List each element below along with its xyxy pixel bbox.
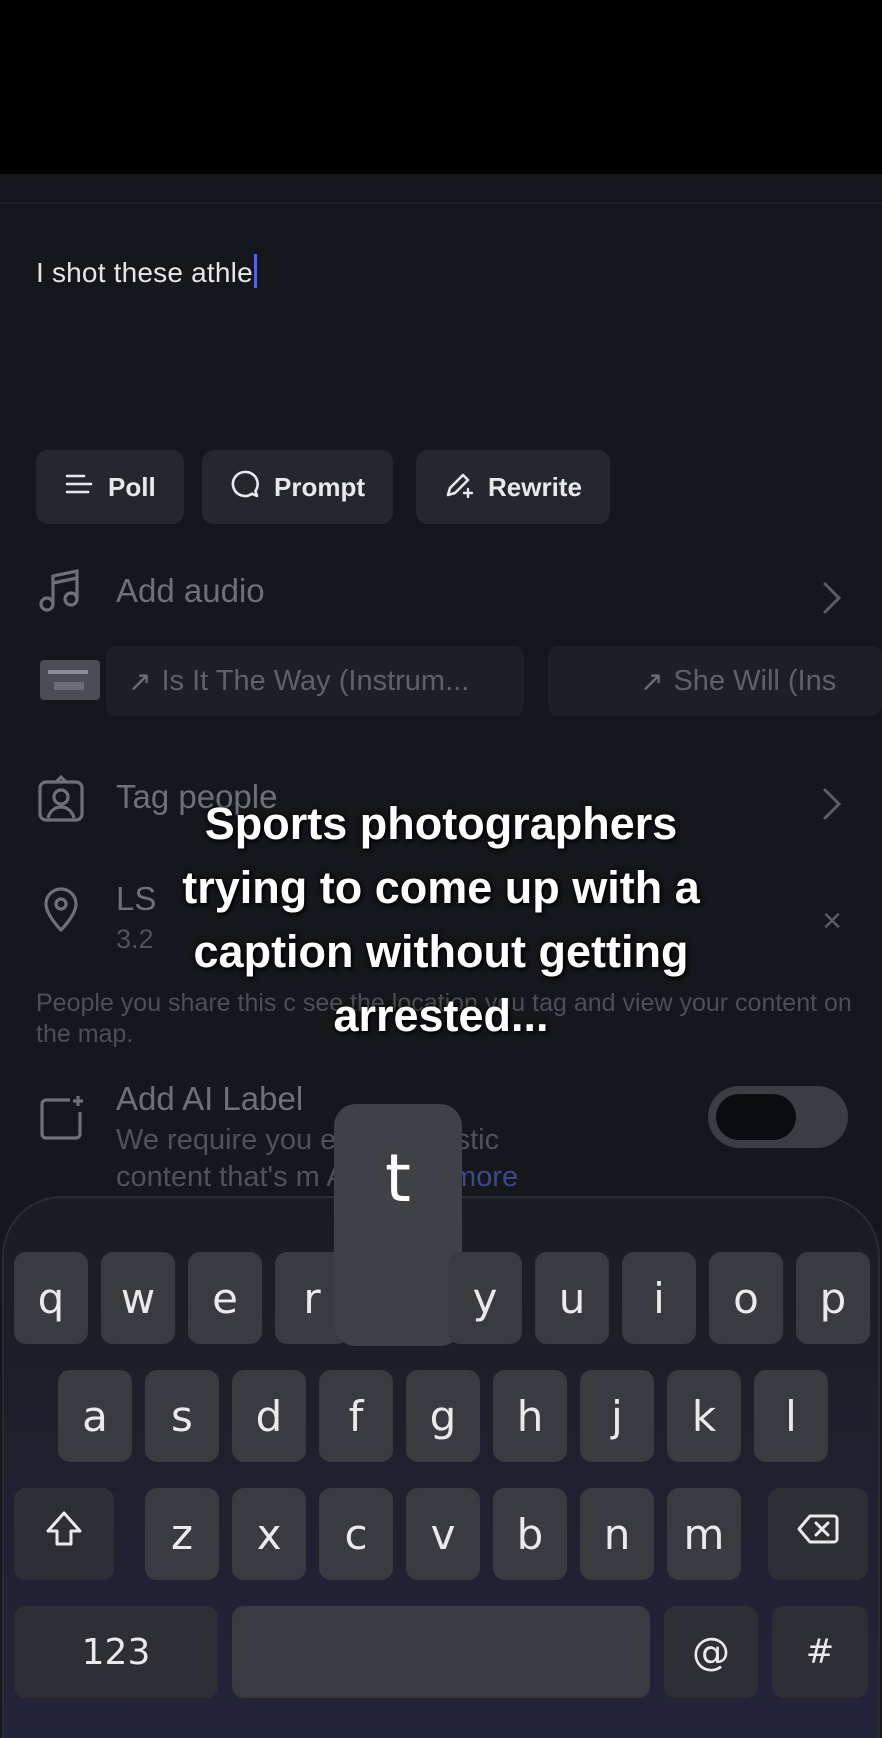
overlay-line: caption without getting: [193, 926, 689, 977]
key-a[interactable]: a: [58, 1370, 132, 1462]
key-preview-label: t: [385, 1140, 411, 1217]
space-bar[interactable]: [232, 1606, 650, 1698]
prompt-button[interactable]: Prompt: [202, 450, 393, 524]
key-c[interactable]: c: [319, 1488, 393, 1580]
add-audio-label[interactable]: Add audio: [116, 572, 265, 610]
rewrite-button[interactable]: Rewrite: [416, 450, 610, 524]
audio-suggestion[interactable]: ↗ She Will (Ins: [548, 646, 882, 716]
list-icon: [64, 469, 94, 506]
overlay-line: trying to come up with a: [182, 862, 700, 913]
shift-arrow-icon: [42, 1507, 86, 1561]
key-u[interactable]: u: [535, 1252, 609, 1344]
overlay-line: Sports photographers: [204, 798, 678, 849]
backspace-icon: [796, 1507, 840, 1561]
key-e[interactable]: e: [188, 1252, 262, 1344]
shift-key[interactable]: [14, 1488, 114, 1580]
key-m[interactable]: m: [667, 1488, 741, 1580]
key-w[interactable]: w: [101, 1252, 175, 1344]
key-d[interactable]: d: [232, 1370, 306, 1462]
pencil-sparkle-icon: [444, 469, 474, 506]
key-z[interactable]: z: [145, 1488, 219, 1580]
audio-thumbnail: [40, 660, 100, 700]
divider: [0, 202, 882, 204]
audio-suggestion[interactable]: ↗ Is It The Way (Instrum...: [106, 646, 524, 716]
hash-key[interactable]: #: [772, 1606, 868, 1698]
key-f[interactable]: f: [319, 1370, 393, 1462]
numbers-key[interactable]: 123: [14, 1606, 218, 1698]
ai-label-toggle[interactable]: [708, 1086, 848, 1148]
video-overlay-caption: Sports photographers trying to come up w…: [0, 792, 882, 1048]
rewrite-label: Rewrite: [488, 471, 582, 502]
poll-label: Poll: [108, 471, 156, 502]
music-note-icon: [36, 566, 86, 616]
key-x[interactable]: x: [232, 1488, 306, 1580]
ai-label-icon: [36, 1094, 86, 1144]
prompt-label: Prompt: [274, 471, 365, 502]
backspace-key[interactable]: [768, 1488, 868, 1580]
caption-input[interactable]: I shot these athle: [36, 254, 257, 289]
audio-title: She Will (Ins: [673, 664, 837, 697]
key-g[interactable]: g: [406, 1370, 480, 1462]
key-l[interactable]: l: [754, 1370, 828, 1462]
key-y[interactable]: y: [448, 1252, 522, 1344]
overlay-line: arrested...: [333, 990, 549, 1041]
key-k[interactable]: k: [667, 1370, 741, 1462]
status-bar-area: [0, 0, 882, 174]
key-b[interactable]: b: [493, 1488, 567, 1580]
key-q[interactable]: q: [14, 1252, 88, 1344]
key-o[interactable]: o: [709, 1252, 783, 1344]
key-h[interactable]: h: [493, 1370, 567, 1462]
ai-desc-line2: content that's m AI.: [116, 1161, 370, 1193]
key-n[interactable]: n: [580, 1488, 654, 1580]
speech-bubble-icon: [230, 469, 260, 506]
at-key[interactable]: @: [664, 1606, 758, 1698]
text-cursor: [253, 254, 257, 288]
key-i[interactable]: i: [622, 1252, 696, 1344]
key-j[interactable]: j: [580, 1370, 654, 1462]
ai-label-title: Add AI Label: [116, 1080, 304, 1117]
key-s[interactable]: s: [145, 1370, 219, 1462]
key-v[interactable]: v: [406, 1488, 480, 1580]
trending-arrow-icon: ↗: [640, 665, 664, 697]
caption-text: I shot these athle: [36, 257, 253, 288]
audio-title: Is It The Way (Instrum...: [161, 664, 470, 697]
key-p[interactable]: p: [796, 1252, 870, 1344]
poll-button[interactable]: Poll: [36, 450, 184, 524]
trending-arrow-icon: ↗: [128, 665, 152, 697]
chevron-right-icon[interactable]: [820, 580, 844, 616]
